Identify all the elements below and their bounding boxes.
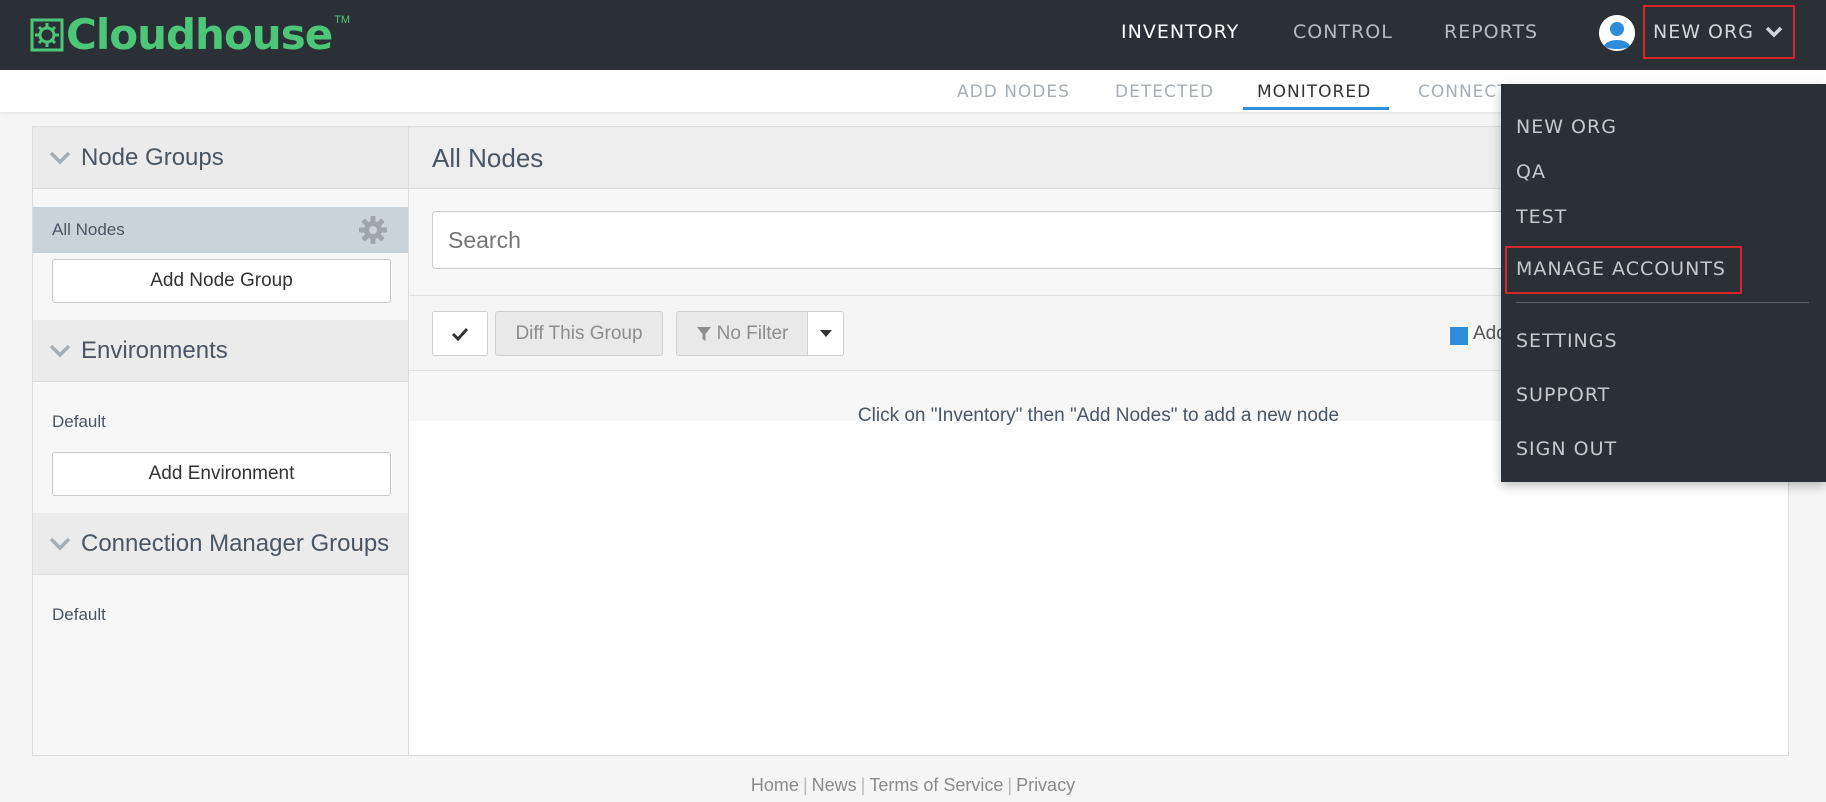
node-group-all-nodes[interactable]: All Nodes: [33, 207, 408, 253]
filter-dropdown-toggle[interactable]: [807, 311, 844, 356]
legend-swatch: [1450, 327, 1468, 345]
dropdown-divider: [1516, 302, 1809, 303]
environments-title: Environments: [81, 336, 228, 364]
dropdown-org-new-org[interactable]: NEW ORG: [1516, 116, 1617, 138]
dropdown-support[interactable]: SUPPORT: [1516, 384, 1610, 406]
environments-header[interactable]: Environments: [33, 320, 408, 382]
nav-reports[interactable]: REPORTS: [1444, 21, 1538, 43]
connection-manager-group-default[interactable]: Default: [33, 592, 408, 638]
caret-down-icon: [819, 329, 832, 337]
diff-this-group-button[interactable]: Diff This Group: [495, 311, 663, 356]
chevron-down-icon: [1765, 26, 1783, 38]
gear-logo-icon: [30, 18, 64, 52]
node-group-label: All Nodes: [52, 220, 125, 239]
checkmark-icon: [451, 327, 469, 341]
footer-separator: |: [1007, 775, 1013, 795]
dropdown-org-test[interactable]: TEST: [1516, 206, 1567, 228]
dropdown-settings[interactable]: SETTINGS: [1516, 330, 1618, 352]
active-tab-indicator: [1243, 107, 1389, 110]
add-node-group-button[interactable]: Add Node Group: [52, 259, 391, 303]
nav-inventory[interactable]: INVENTORY: [1121, 21, 1239, 43]
filter-label: No Filter: [716, 322, 789, 344]
dropdown-org-qa[interactable]: QA: [1516, 161, 1546, 183]
connection-manager-group-label: Default: [52, 605, 106, 624]
filter-button[interactable]: No Filter: [676, 311, 808, 356]
environment-label: Default: [52, 412, 106, 431]
user-icon: [1599, 15, 1635, 51]
chevron-down-icon: [49, 344, 71, 357]
footer-link-home[interactable]: Home: [751, 775, 799, 795]
footer-separator: |: [802, 775, 808, 795]
subnav-connect[interactable]: CONNECT: [1418, 82, 1509, 102]
org-dropdown-menu: NEW ORG QA TEST MANAGE ACCOUNTS SETTINGS…: [1501, 84, 1826, 482]
footer-link-news[interactable]: News: [812, 775, 857, 795]
top-navbar: Cloudhouse TM INVENTORY CONTROL REPORTS …: [0, 0, 1826, 70]
connection-manager-groups-title: Connection Manager Groups: [81, 529, 390, 557]
org-switcher-button[interactable]: NEW ORG: [1643, 5, 1795, 59]
node-groups-header[interactable]: Node Groups: [33, 127, 408, 189]
subnav-monitored[interactable]: MONITORED: [1257, 82, 1371, 102]
brand-trademark: TM: [334, 14, 351, 26]
chevron-down-icon: [49, 151, 71, 164]
subnav-add-nodes[interactable]: ADD NODES: [957, 82, 1070, 102]
footer-separator: |: [860, 775, 866, 795]
environment-default[interactable]: Default: [33, 399, 408, 445]
connection-manager-groups-header[interactable]: Connection Manager Groups: [33, 513, 408, 575]
brand-name: Cloudhouse: [66, 10, 333, 59]
footer-link-terms[interactable]: Terms of Service: [869, 775, 1003, 795]
select-all-button[interactable]: [432, 311, 488, 356]
dropdown-sign-out[interactable]: SIGN OUT: [1516, 438, 1617, 460]
dropdown-manage-accounts[interactable]: MANAGE ACCOUNTS: [1505, 246, 1742, 294]
subnav-detected[interactable]: DETECTED: [1115, 82, 1214, 102]
brand-logo[interactable]: Cloudhouse TM: [30, 10, 350, 60]
node-groups-title: Node Groups: [81, 143, 224, 171]
current-org-label: NEW ORG: [1653, 21, 1754, 43]
user-avatar-icon[interactable]: [1599, 15, 1635, 51]
footer-link-privacy[interactable]: Privacy: [1016, 775, 1075, 795]
add-environment-button[interactable]: Add Environment: [52, 452, 391, 496]
filter-icon: [696, 326, 711, 341]
gear-icon[interactable]: [358, 215, 388, 245]
footer: Home | News | Terms of Service | Privacy: [0, 775, 1826, 796]
sidebar: Node Groups All Nodes Add Node Group Env…: [32, 126, 409, 756]
page-title: All Nodes: [432, 143, 544, 173]
chevron-down-icon: [49, 537, 71, 550]
nav-control[interactable]: CONTROL: [1293, 21, 1393, 43]
